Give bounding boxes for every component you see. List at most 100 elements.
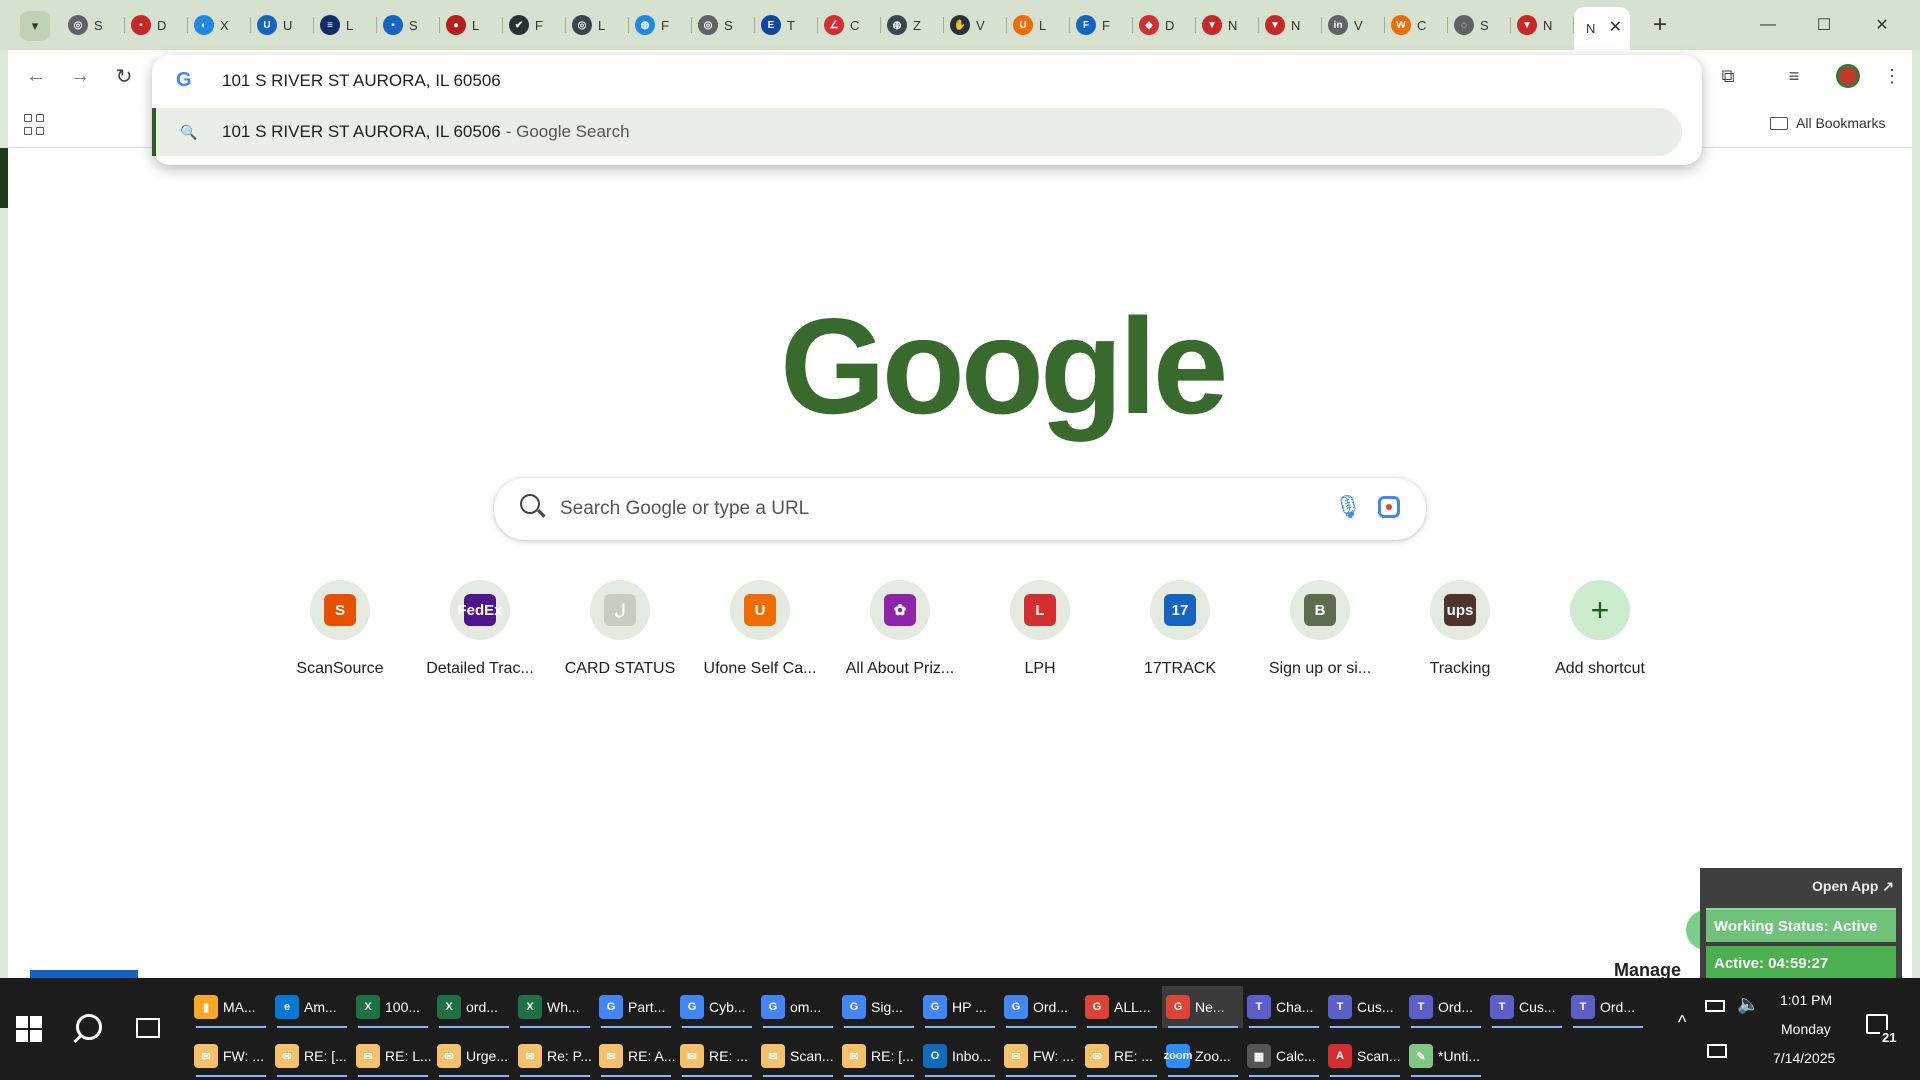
shortcut-3[interactable]: U Ufone Self Ca...	[690, 580, 830, 678]
tab-4[interactable]: ≡ L	[314, 7, 377, 43]
reload-button[interactable]: ↻	[110, 62, 138, 90]
tab-22[interactable]: ◌ S	[1448, 7, 1511, 43]
tab-12[interactable]: ∠ C	[818, 7, 881, 43]
windows-start-icon[interactable]	[16, 1016, 42, 1042]
microphone-icon[interactable]: 🎙	[1334, 494, 1362, 520]
taskbar-item-row1-16[interactable]: T Cus...	[1486, 986, 1567, 1028]
taskbar-item-row1-9[interactable]: G HP ...	[919, 986, 1000, 1028]
tab-0[interactable]: ◎ S	[62, 7, 125, 43]
tab-19[interactable]: ▼ N	[1259, 7, 1322, 43]
menu-icon[interactable]: ⋮	[1878, 62, 1906, 90]
tab-23[interactable]: ▼ N	[1511, 7, 1574, 43]
task-view-icon[interactable]	[136, 1018, 160, 1038]
google-search-box[interactable]: Search Google or type a URL 🎙	[494, 478, 1426, 540]
back-button[interactable]: ←	[22, 62, 50, 90]
profile-avatar[interactable]	[1836, 64, 1860, 88]
taskbar-item-row1-10[interactable]: G Ord...	[1000, 986, 1081, 1028]
omnibox-suggestion[interactable]: 🔍 101 S RIVER ST AURORA, IL 60506 - Goog…	[152, 108, 1682, 156]
taskbar-item-row2-5[interactable]: ✉ RE: A...	[595, 1035, 676, 1077]
taskbar-item-row1-6[interactable]: G Cyb...	[676, 986, 757, 1028]
taskbar-item-row1-4[interactable]: X Wh...	[514, 986, 595, 1028]
tab-17[interactable]: ◆ D	[1133, 7, 1196, 43]
tab-15[interactable]: UL	[1007, 7, 1070, 43]
taskbar-item-row1-0[interactable]: ▮ MA...	[190, 986, 271, 1028]
tab-3[interactable]: UU	[251, 7, 314, 43]
tab-active[interactable]: N ✕	[1574, 7, 1630, 50]
taskbar-item-row1-1[interactable]: e Am...	[271, 986, 352, 1028]
taskbar-search-icon[interactable]	[76, 1014, 102, 1040]
taskbar-item-row1-3[interactable]: Xord...	[433, 986, 514, 1028]
taskbar-item-row1-14[interactable]: T Cus...	[1324, 986, 1405, 1028]
taskbar-item-row2-14[interactable]: A Scan...	[1324, 1035, 1405, 1077]
shortcut-4[interactable]: ✿ All About Priz...	[830, 580, 970, 678]
network-icon[interactable]	[1707, 1044, 1727, 1058]
shortcut-2[interactable]: ل CARD STATUS	[550, 580, 690, 678]
tab-9[interactable]: ◍ F	[629, 7, 692, 43]
taskbar-item-row2-9[interactable]: O Inbo...	[919, 1035, 1000, 1077]
tab-2[interactable]: ◐ X	[188, 7, 251, 43]
clock-date[interactable]: 7/14/2025	[1773, 1050, 1835, 1066]
taskbar-item-row2-0[interactable]: ✉ FW: ...	[190, 1035, 271, 1077]
add-shortcut-button[interactable]: + Add shortcut	[1530, 580, 1670, 678]
media-controls-icon[interactable]: ≡	[1780, 62, 1808, 90]
taskbar-item-row1-7[interactable]: Gom...	[757, 986, 838, 1028]
taskbar-item-row2-4[interactable]: ✉ Re: P...	[514, 1035, 595, 1077]
close-tab-icon[interactable]: ✕	[1609, 17, 1622, 37]
forward-button[interactable]: →	[66, 62, 94, 90]
close-window-button[interactable]: ✕	[1860, 8, 1904, 42]
shortcut-7[interactable]: B Sign up or si...	[1250, 580, 1390, 678]
taskbar-item-row2-10[interactable]: ✉ FW: ...	[1000, 1035, 1081, 1077]
apps-grid-icon[interactable]	[24, 114, 46, 136]
tab-6[interactable]: ● L	[440, 7, 503, 43]
new-tab-button[interactable]: +	[1645, 10, 1675, 40]
taskbar-item-row1-12[interactable]: G Ne...	[1162, 986, 1243, 1028]
taskbar-item-row2-3[interactable]: ✉ Urge...	[433, 1035, 514, 1077]
taskbar-item-row2-2[interactable]: ✉ RE: L...	[352, 1035, 433, 1077]
address-bar-input[interactable]	[222, 67, 1322, 95]
taskbar-item-row2-13[interactable]: ▦ Calc...	[1243, 1035, 1324, 1077]
shortcut-5[interactable]: L LPH	[970, 580, 1110, 678]
open-app-link[interactable]: Open App ↗	[1812, 878, 1894, 895]
tab-5[interactable]: ▪ S	[377, 7, 440, 43]
taskbar-item-row1-13[interactable]: T Cha...	[1243, 986, 1324, 1028]
tab-18[interactable]: ▼ N	[1196, 7, 1259, 43]
tray-chevron-up-icon[interactable]: ^	[1678, 1012, 1686, 1033]
tab-21[interactable]: WC	[1385, 7, 1448, 43]
clock-day[interactable]: Monday	[1781, 1021, 1831, 1037]
maximize-button[interactable]: ☐	[1802, 8, 1846, 42]
minimize-button[interactable]: —	[1746, 8, 1790, 42]
tab-7[interactable]: ✔ F	[503, 7, 566, 43]
taskbar-item-row1-8[interactable]: G Sig...	[838, 986, 919, 1028]
shortcut-1[interactable]: FedEx Detailed Trac...	[410, 580, 550, 678]
taskbar-item-row1-5[interactable]: G Part...	[595, 986, 676, 1028]
taskbar-item-row1-2[interactable]: X 100...	[352, 986, 433, 1028]
taskbar-item-row2-15[interactable]: ✎ *Unti...	[1405, 1035, 1486, 1077]
tab-8[interactable]: ◎ L	[566, 7, 629, 43]
tab-16[interactable]: FF	[1070, 7, 1133, 43]
tab-13[interactable]: ◍ Z	[881, 7, 944, 43]
taskbar-item-row2-7[interactable]: ✉ Scan...	[757, 1035, 838, 1077]
taskbar-item-row2-6[interactable]: ✉ RE: ...	[676, 1035, 757, 1077]
working-status-badge[interactable]: Working Status: Active	[1706, 908, 1896, 942]
tab-search-button[interactable]: ▾	[20, 11, 50, 41]
clock-time[interactable]: 1:01 PM	[1780, 992, 1832, 1008]
taskbar-item-row2-8[interactable]: ✉ RE: [...	[838, 1035, 919, 1077]
taskbar-item-row2-11[interactable]: ✉ RE: ...	[1081, 1035, 1162, 1077]
tab-1[interactable]: ▪ D	[125, 7, 188, 43]
taskbar-item-row1-11[interactable]: G ALL...	[1081, 986, 1162, 1028]
extensions-icon[interactable]: ⧉	[1714, 62, 1742, 90]
taskbar-item-row1-17[interactable]: T Ord...	[1567, 986, 1648, 1028]
google-lens-icon[interactable]	[1378, 496, 1400, 518]
all-bookmarks-button[interactable]: All Bookmarks	[1770, 115, 1885, 131]
battery-icon[interactable]	[1705, 1000, 1725, 1012]
taskbar-item-row2-1[interactable]: ✉ RE: [...	[271, 1035, 352, 1077]
shortcut-8[interactable]: ups Tracking	[1390, 580, 1530, 678]
tab-20[interactable]: in V	[1322, 7, 1385, 43]
tab-14[interactable]: ✋ V	[944, 7, 1007, 43]
tab-11[interactable]: ET	[755, 7, 818, 43]
taskbar-item-row1-15[interactable]: T Ord...	[1405, 986, 1486, 1028]
taskbar-item-row2-12[interactable]: zoom Zoo...	[1162, 1035, 1243, 1077]
shortcut-0[interactable]: S ScanSource	[270, 580, 410, 678]
tab-10[interactable]: ◎ S	[692, 7, 755, 43]
volume-icon[interactable]: 🔈	[1737, 994, 1759, 1015]
